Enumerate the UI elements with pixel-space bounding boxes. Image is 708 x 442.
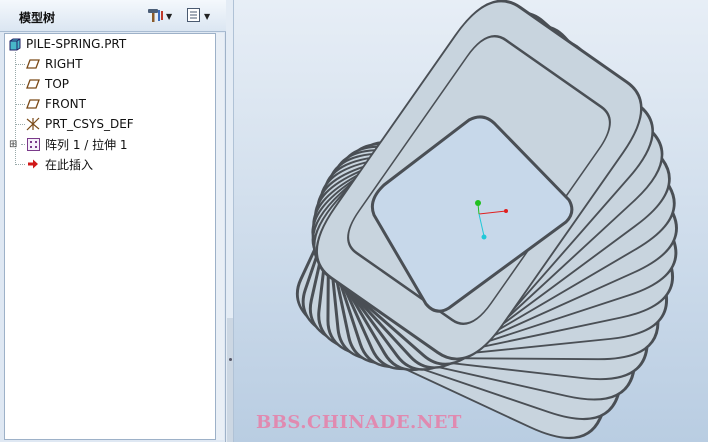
tree-item-label: PILE-SPRING.PRT <box>26 37 127 51</box>
tree-guide-line <box>15 104 25 105</box>
list-icon <box>186 7 202 26</box>
tree-item-label: RIGHT <box>45 57 83 71</box>
tree-item-label: TOP <box>45 77 70 91</box>
tree-item-right[interactable]: RIGHT <box>26 55 83 73</box>
tree-item-label: 阵列 1 / 拉伸 1 <box>45 137 128 152</box>
expand-plus-icon[interactable]: ⊞ <box>9 139 19 150</box>
hammer-icon <box>146 7 164 26</box>
datum-plane-icon <box>26 77 40 91</box>
pattern-icon <box>26 137 40 151</box>
show-options-button[interactable]: ▼ <box>186 7 210 25</box>
tree-item-label: PRT_CSYS_DEF <box>45 117 134 131</box>
chevron-down-icon: ▼ <box>166 11 173 21</box>
tree-item-label: FRONT <box>45 97 86 111</box>
panel-title: 模型树 <box>19 11 56 25</box>
tree-item-label: 在此插入 <box>45 157 94 172</box>
tree-guide-line <box>15 84 25 85</box>
z-axis-dot <box>481 234 487 240</box>
tree-settings-button[interactable]: ▼ <box>146 7 172 25</box>
grip-dot-icon <box>229 358 232 361</box>
tree-item-pattern[interactable]: ⊞ 阵列 1 / 拉伸 1 <box>9 135 128 153</box>
tree-guide-line <box>15 124 25 125</box>
tree-guide-line <box>15 64 25 65</box>
y-axis-dot <box>475 200 481 206</box>
datum-plane-icon <box>26 57 40 71</box>
insert-arrow-icon <box>26 157 40 171</box>
splitter-handle[interactable] <box>227 318 233 442</box>
tree-item-top[interactable]: TOP <box>26 75 69 93</box>
tree-item-csys[interactable]: PRT_CSYS_DEF <box>26 115 134 133</box>
tree-guide-line <box>15 164 25 165</box>
chevron-down-icon: ▼ <box>204 11 211 21</box>
tree-scrollbar[interactable] <box>216 33 224 440</box>
datum-plane-icon <box>26 97 40 111</box>
tree-item-part[interactable]: PILE-SPRING.PRT <box>7 35 126 53</box>
x-axis-dot <box>504 209 508 213</box>
part-icon <box>7 37 21 51</box>
csys-icon <box>26 117 40 131</box>
watermark: BBS.CHINADE.NET <box>256 412 462 433</box>
tree-item-front[interactable]: FRONT <box>26 95 86 113</box>
csys-triad <box>475 200 508 240</box>
graphics-window[interactable]: BBS.CHINADE.NET <box>234 0 708 442</box>
tree-item-insert-here[interactable]: 在此插入 <box>26 155 93 173</box>
model-tree-panel: 模型树 ▼ ▼ PILE-SPRING.PRT RIGHT TOP FRONT … <box>0 0 226 442</box>
panel-header: 模型树 ▼ ▼ <box>0 0 226 32</box>
model-tree: PILE-SPRING.PRT RIGHT TOP FRONT PRT_CSYS… <box>4 33 216 440</box>
